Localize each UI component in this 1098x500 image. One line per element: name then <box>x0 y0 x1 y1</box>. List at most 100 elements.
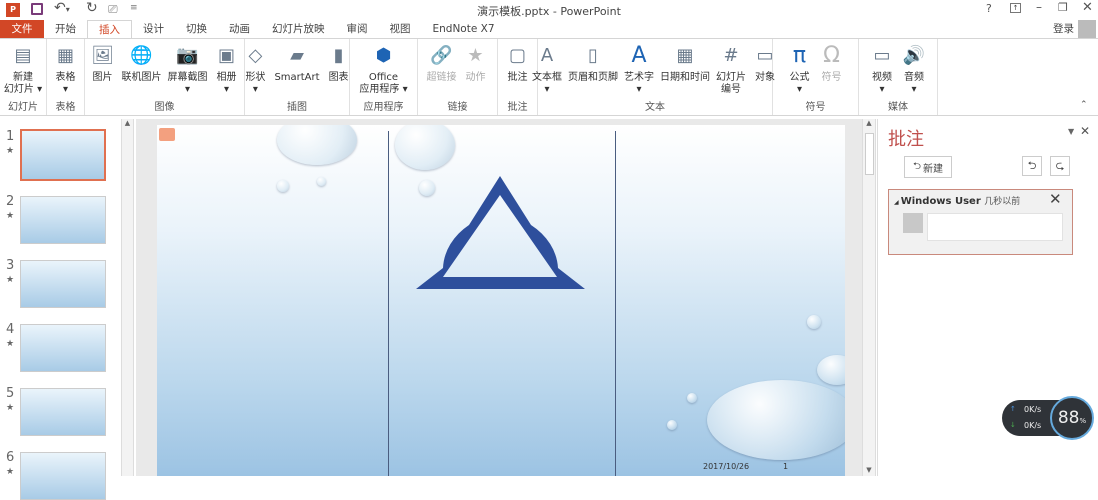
water-drop <box>807 315 821 329</box>
slide-thumbnail[interactable] <box>20 388 106 436</box>
comment-icon: ▢ <box>508 45 526 66</box>
tab-slideshow[interactable]: 幻灯片放映 <box>261 20 336 39</box>
thumbnail-number: 4 <box>6 322 15 337</box>
tab-file[interactable]: 文件 <box>0 20 44 39</box>
ribbon-group: 🔗 超链接 ★ 动作 链接 <box>418 39 498 115</box>
minimize-button[interactable]: – <box>1036 0 1042 14</box>
equation-icon: π <box>792 43 807 68</box>
tab-review[interactable]: 审阅 <box>336 20 379 39</box>
button-label: 公式 ▾ <box>789 72 810 95</box>
water-drop <box>707 380 845 460</box>
button-label: 联机图片 <box>121 72 162 83</box>
ribbon-group: 🖼 图片 🌐 联机图片 📷 屏幕截图 ▾ ▣ 相册 ▾ 图像 <box>85 39 245 115</box>
hyperlink-icon: 🔗 <box>430 45 453 66</box>
slide-thumbnail[interactable] <box>20 452 106 500</box>
slide-thumbnail[interactable] <box>20 324 106 372</box>
button-label: 表格 ▾ <box>55 72 76 95</box>
pane-options-icon[interactable]: ▼ <box>1068 127 1074 136</box>
ribbon-group: A 文本框 ▾ ▯ 页眉和页脚 A 艺术字 ▾ ▦ 日期和时间 # 幻灯片 编号 ▭ 对象 文本 <box>532 39 775 115</box>
thumbnails-scrollbar[interactable]: ▲ <box>121 119 134 476</box>
screenshot-icon: 📷 <box>176 45 199 66</box>
slide-number-label: 5 ★ <box>6 386 14 413</box>
slide-canvas[interactable]: 2017/10/26 1 <box>157 125 845 476</box>
water-drop <box>667 420 677 430</box>
header-footer-icon: ▯ <box>588 45 598 66</box>
slide-thumbnail[interactable] <box>20 129 106 181</box>
button-label: 音频 ▾ <box>904 72 924 95</box>
button-label: 符号 <box>821 72 842 83</box>
tab-view[interactable]: 视图 <box>379 20 422 39</box>
previous-comment-button[interactable]: ⮌ <box>1022 156 1042 176</box>
water-drop <box>277 180 289 192</box>
chart-icon: ▮ <box>333 45 344 66</box>
editor-scrollbar[interactable]: ▲ ▼ <box>862 119 876 476</box>
animation-star-icon: ★ <box>6 146 15 156</box>
slide-number-label: 4 ★ <box>6 322 14 349</box>
tab-transitions[interactable]: 切换 <box>175 20 218 39</box>
button-label: 图片 <box>92 72 113 83</box>
ribbon-display-options-button[interactable]: ↑ <box>1010 3 1021 13</box>
button-label: 图表 <box>328 72 349 83</box>
slide-date: 2017/10/26 <box>703 462 750 471</box>
help-button[interactable]: ? <box>986 2 992 15</box>
office-apps-icon: ⬢ <box>375 45 392 66</box>
window-title: 演示模板.pptx - PowerPoint <box>477 5 621 18</box>
close-button[interactable]: ✕ <box>1082 0 1093 15</box>
tab-endnote[interactable]: EndNote X7 <box>422 20 506 39</box>
water-drop <box>817 355 845 385</box>
thumbnail-number: 1 <box>6 129 15 144</box>
table-icon: ▦ <box>56 45 74 66</box>
textbox-icon: A <box>540 45 554 66</box>
button-label: 相册 ▾ <box>216 72 237 95</box>
tab-home[interactable]: 开始 <box>44 20 87 39</box>
comment-marker-icon[interactable] <box>159 128 175 141</box>
memory-percent-unit: % <box>1079 417 1087 425</box>
comment-time: 几秒以前 <box>984 197 1021 207</box>
button-label: 文本框 ▾ <box>532 72 562 95</box>
pane-close-icon[interactable]: ✕ <box>1080 124 1090 138</box>
memory-usage-gauge[interactable]: 88% <box>1050 396 1094 440</box>
water-drop <box>395 125 455 170</box>
symbol-icon: Ω <box>823 43 840 68</box>
divider-line <box>615 131 616 476</box>
button-label: 新建 幻灯片 ▾ <box>3 72 43 95</box>
delete-comment-icon[interactable]: ✕ <box>1049 190 1062 208</box>
divider-line <box>388 131 389 476</box>
comment-reply-input[interactable] <box>927 213 1063 241</box>
ribbon-group: ▤ 新建 幻灯片 ▾ 幻灯片 <box>0 39 47 115</box>
ribbon-group-label: 链接 <box>447 102 468 113</box>
thumbnail-number: 3 <box>6 258 15 273</box>
sign-in-link[interactable]: 登录 <box>1049 20 1078 39</box>
button-label: 对象 <box>755 72 775 83</box>
slide-thumbnails-pane: 1 ★ 2 ★ 3 ★ 4 ★ 5 ★ 6 ★ <box>0 119 120 500</box>
ribbon-group-label: 表格 <box>55 102 76 113</box>
online-picture-icon: 🌐 <box>130 45 153 66</box>
upload-speed: 0K/s <box>1024 405 1042 414</box>
button-label: 超链接 <box>426 72 457 83</box>
button-label: 幻灯片 编号 <box>716 72 746 95</box>
slide-thumbnail[interactable] <box>20 196 106 244</box>
animation-star-icon: ★ <box>6 211 15 221</box>
new-comment-button[interactable]: ⮌ 新建 <box>904 156 952 178</box>
restore-button[interactable]: ❐ <box>1058 1 1068 14</box>
tab-insert[interactable]: 插入 <box>87 20 132 39</box>
ribbon-group-label: 符号 <box>805 102 826 113</box>
ribbon-group-label: 媒体 <box>888 102 908 113</box>
slide-thumbnail[interactable] <box>20 260 106 308</box>
user-avatar[interactable] <box>1078 20 1096 38</box>
tab-design[interactable]: 设计 <box>132 20 175 39</box>
tab-animations[interactable]: 动画 <box>218 20 261 39</box>
animation-star-icon: ★ <box>6 403 15 413</box>
ribbon-group: ⬢ Office 应用程序 ▾ 应用程序 <box>350 39 418 115</box>
slide-number-icon: # <box>723 45 739 66</box>
collapse-ribbon-icon[interactable]: ⌃ <box>1080 100 1088 110</box>
new-slide-icon: ▤ <box>14 45 32 66</box>
audio-icon: 🔊 <box>902 45 926 66</box>
ribbon-tabs: 文件 开始 插入 设计 切换 动画 幻灯片放映 审阅 视图 EndNote X7… <box>0 20 1098 39</box>
button-label: 日期和时间 <box>660 72 710 83</box>
next-comment-button[interactable]: ⮎ <box>1050 156 1070 176</box>
water-drop <box>687 393 697 403</box>
comment-card[interactable]: ◢ Windows User 几秒以前 ✕ <box>888 189 1073 255</box>
ribbon: ▤ 新建 幻灯片 ▾ 幻灯片 ▦ 表格 ▾ 表格 🖼 图片 🌐 联机图片 📷 屏幕截图 ▾ ▣ 相册 ▾ 图… <box>0 38 1098 116</box>
slide-number-label: 3 ★ <box>6 258 14 285</box>
